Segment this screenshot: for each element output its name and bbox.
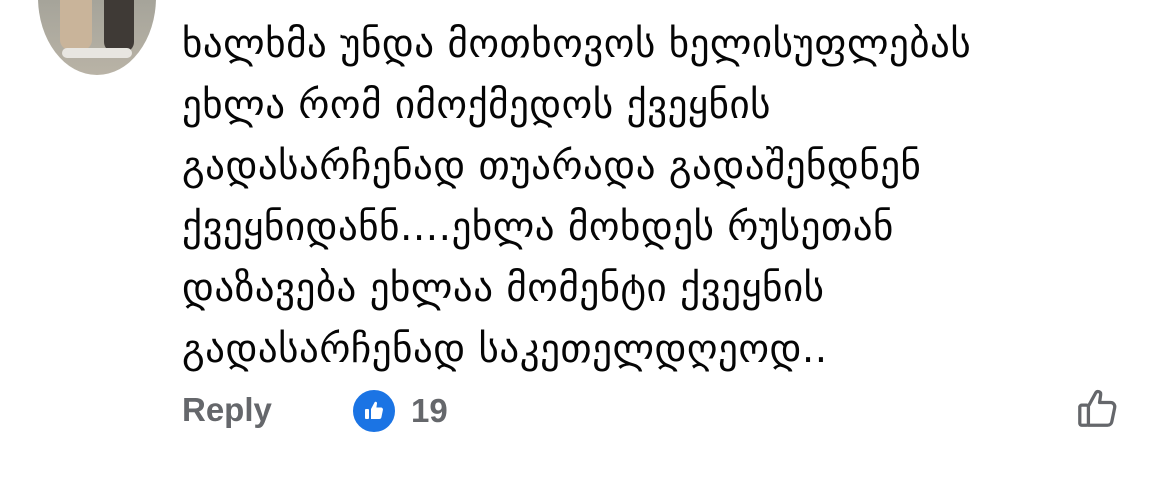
comment-line: ხალხმა უნდა მოთხოვოს ხელისუფლებას xyxy=(182,22,972,67)
comment-line: ეხლა რომ იმოქმედოს ქვეყნის xyxy=(182,83,772,128)
comment-text: ხალხმა უნდა მოთხოვოს ხელისუფლებას ეხლა რ… xyxy=(182,14,1142,380)
avatar-figure-left xyxy=(60,0,92,50)
reply-button[interactable]: Reply xyxy=(182,390,272,430)
avatar-figure-right xyxy=(104,0,134,52)
avatar-shoes xyxy=(62,48,132,58)
comment-line: გადასარჩენად თუარადა გადაშენდნენ xyxy=(182,144,922,189)
like-reaction-icon xyxy=(351,388,397,434)
like-button[interactable] xyxy=(1072,383,1124,435)
reaction-summary[interactable]: 19 xyxy=(351,388,448,434)
comment-line: დაზავება ეხლაა მომენტი ქვეყნის xyxy=(182,266,825,311)
avatar[interactable] xyxy=(38,0,156,75)
thumbs-up-outline-icon xyxy=(1078,389,1117,427)
comment-line: გადასარჩენად საკეთელდღეოდ.. xyxy=(182,327,828,372)
comment-line: ქვეყნიდანნ....ეხლა მოხდეს რუსეთან xyxy=(182,205,894,250)
reaction-count: 19 xyxy=(411,392,448,429)
